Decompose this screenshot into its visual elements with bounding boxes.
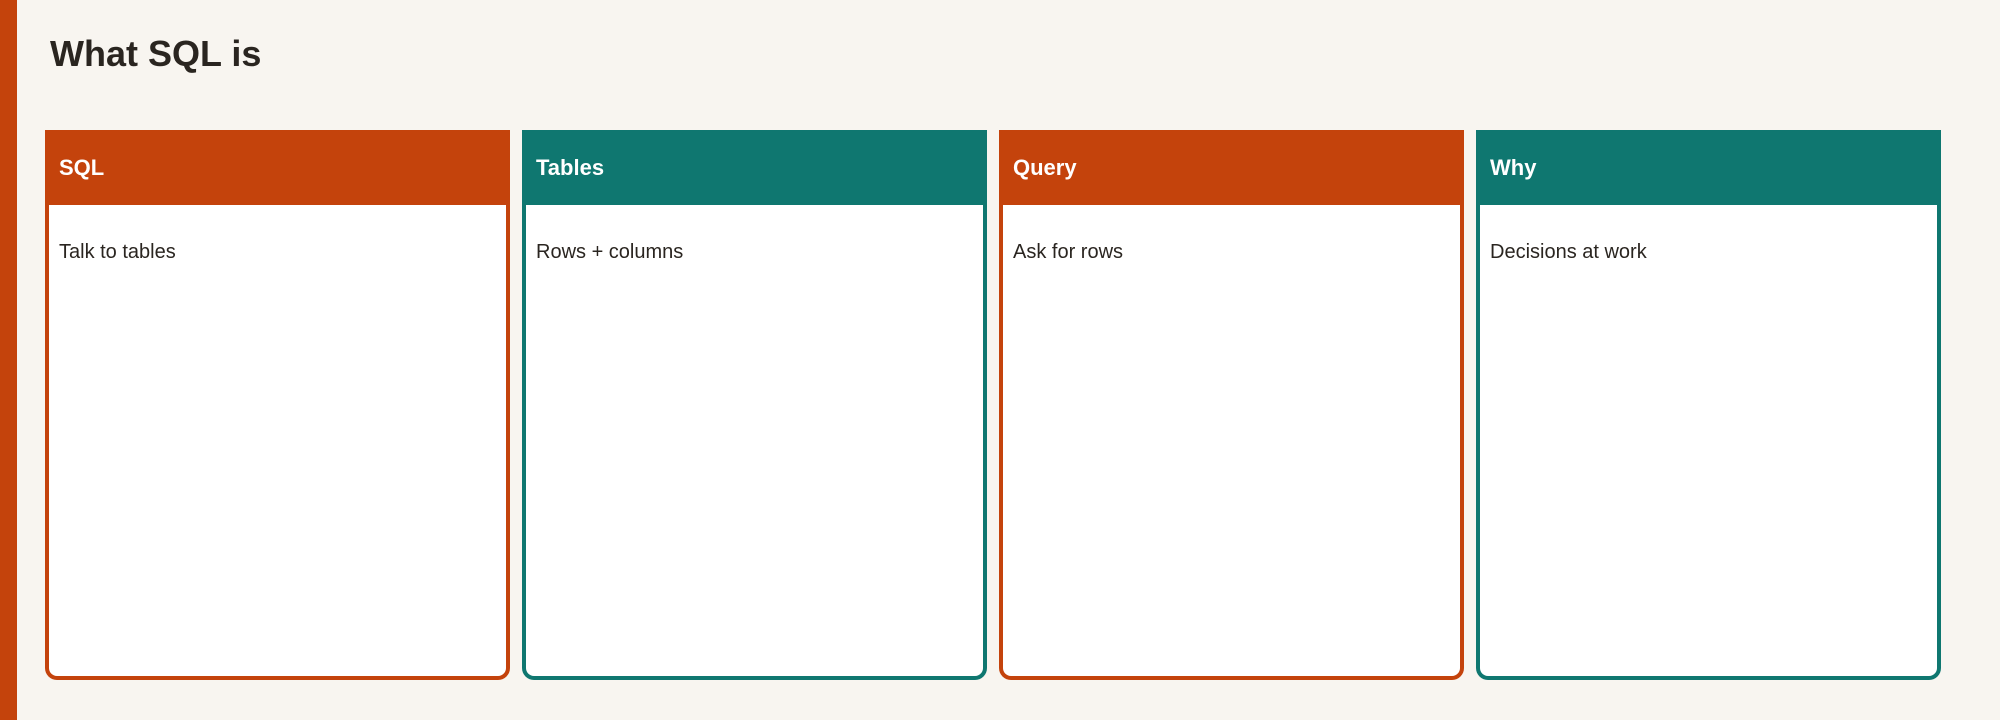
- card-body: Decisions at work: [1490, 241, 1647, 263]
- card-tables: Tables Rows + columns: [522, 130, 987, 680]
- card-row: SQL Talk to tables Tables Rows + columns…: [45, 130, 1941, 680]
- card-why: Why Decisions at work: [1476, 130, 1941, 680]
- card-header: Query: [1003, 130, 1460, 205]
- page-title: What SQL is: [50, 33, 262, 74]
- card-header: SQL: [49, 130, 506, 205]
- card-body: Ask for rows: [1013, 241, 1124, 263]
- card-header: Tables: [526, 130, 983, 205]
- card-query: Query Ask for rows: [999, 130, 1464, 680]
- card-sql: SQL Talk to tables: [45, 130, 510, 680]
- left-accent-bar: [0, 0, 17, 720]
- card-header: Why: [1480, 130, 1937, 205]
- card-body: Talk to tables: [59, 241, 176, 263]
- card-body: Rows + columns: [536, 241, 684, 263]
